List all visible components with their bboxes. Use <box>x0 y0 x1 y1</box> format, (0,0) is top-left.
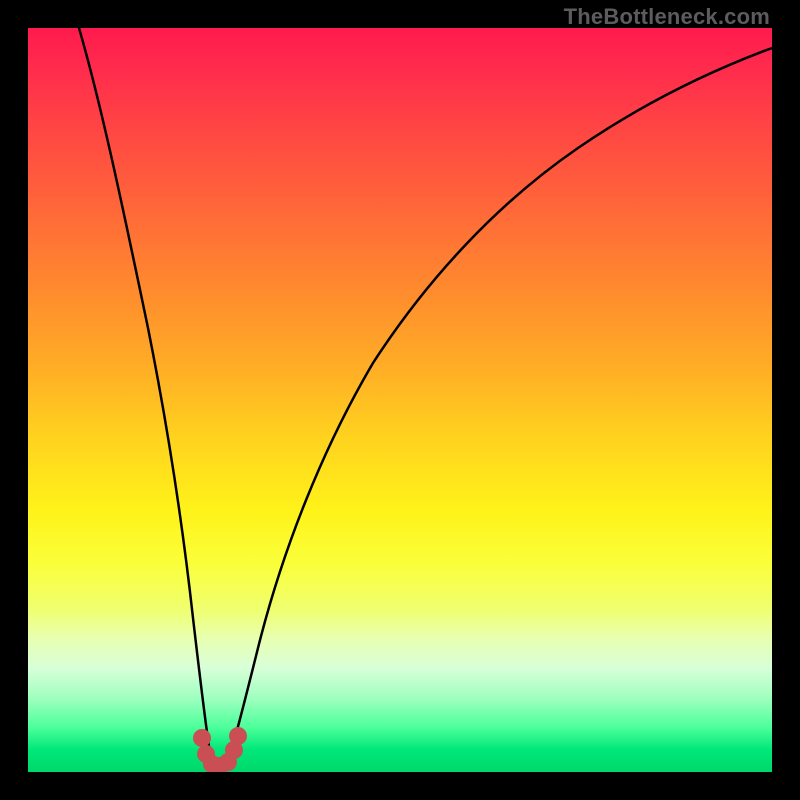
chart-container: TheBottleneck.com <box>0 0 800 800</box>
curve-svg <box>28 28 772 772</box>
plot-area <box>28 28 772 772</box>
minimum-marker <box>196 730 244 772</box>
watermark-text: TheBottleneck.com <box>564 4 770 30</box>
bottleneck-curve <box>73 28 772 768</box>
